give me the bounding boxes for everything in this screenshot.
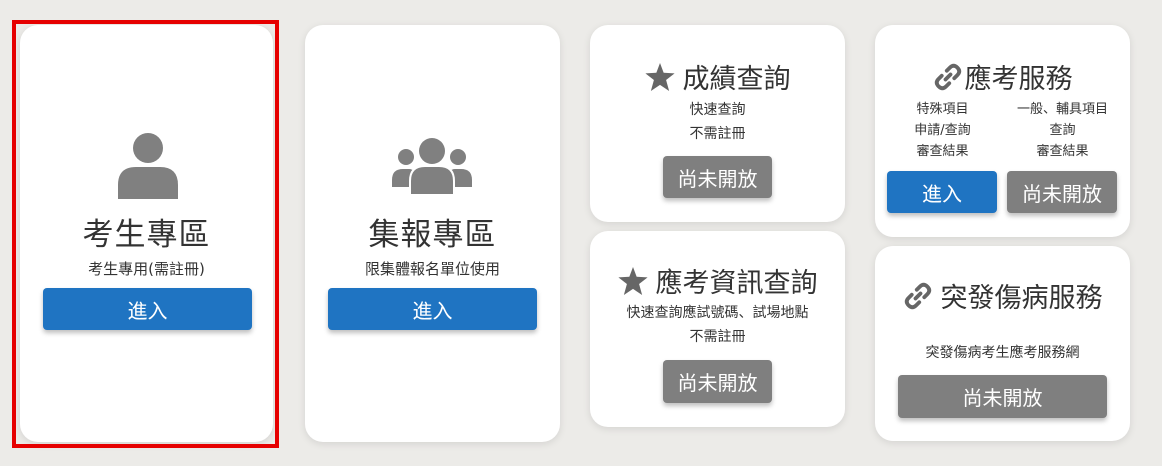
exam-info-title-row: 應考資訊查詢	[590, 261, 845, 300]
user-icon	[118, 133, 178, 199]
examinee-subtitle: 考生專用(需註冊)	[88, 260, 205, 278]
exam-info-line-1: 快速查詢應試號碼、試場地點	[626, 305, 809, 321]
service-left-line: 申請/查詢	[914, 123, 971, 138]
score-title: 成績查詢	[682, 64, 791, 95]
score-line-1: 快速查詢	[689, 102, 746, 118]
service-right-text: 一般、輔具項目 查詢 審查結果	[1000, 99, 1125, 162]
examinee-title: 考生專區	[82, 217, 211, 253]
link-icon	[933, 62, 963, 92]
score-line-2: 不需註冊	[689, 126, 746, 142]
service-title-row: 應考服務	[875, 57, 1130, 96]
service-right-line: 審查結果	[1036, 144, 1089, 159]
group-title: 集報專區	[368, 217, 497, 253]
exam-info-not-open-button[interactable]: 尚未開放	[663, 360, 772, 403]
group-enter-button[interactable]: 進入	[328, 288, 537, 330]
service-not-open-button[interactable]: 尚未開放	[1007, 171, 1117, 213]
score-not-open-button[interactable]: 尚未開放	[663, 156, 772, 198]
examinee-card: 考生專區 考生專用(需註冊) 進入	[20, 25, 273, 442]
exam-info-title: 應考資訊查詢	[655, 268, 818, 299]
exam-info-card: 應考資訊查詢 快速查詢應試號碼、試場地點 不需註冊 尚未開放	[590, 231, 845, 427]
sudden-not-open-button[interactable]: 尚未開放	[898, 375, 1107, 418]
service-left-line: 特殊項目	[916, 102, 969, 117]
link-icon	[903, 281, 933, 311]
group-card: 集報專區 限集體報名單位使用 進入	[305, 25, 560, 442]
sudden-title: 突發傷病服務	[940, 283, 1103, 314]
service-right-line: 查詢	[1049, 123, 1076, 138]
sudden-title-row: 突發傷病服務	[875, 276, 1130, 315]
exam-info-line-2: 不需註冊	[689, 329, 746, 345]
service-card: 應考服務 特殊項目 申請/查詢 審查結果 一般、輔具項目 查詢 審查結果 進入 …	[875, 25, 1130, 237]
users-icon	[392, 137, 472, 197]
service-title: 應考服務	[964, 64, 1073, 95]
sudden-illness-card: 突發傷病服務 突發傷病考生應考服務網 尚未開放	[875, 246, 1130, 441]
star-icon	[617, 266, 648, 295]
service-left-text: 特殊項目 申請/查詢 審查結果	[875, 99, 1010, 162]
star-icon	[644, 62, 675, 91]
sudden-subtitle: 突發傷病考生應考服務網	[925, 345, 1080, 361]
service-left-line: 審查結果	[916, 144, 969, 159]
service-right-line: 一般、輔具項目	[1016, 102, 1108, 117]
score-card: 成績查詢 快速查詢 不需註冊 尚未開放	[590, 25, 845, 222]
service-enter-button[interactable]: 進入	[887, 171, 997, 213]
examinee-enter-button[interactable]: 進入	[43, 288, 252, 330]
score-title-row: 成績查詢	[590, 57, 845, 96]
group-subtitle: 限集體報名單位使用	[364, 260, 500, 278]
